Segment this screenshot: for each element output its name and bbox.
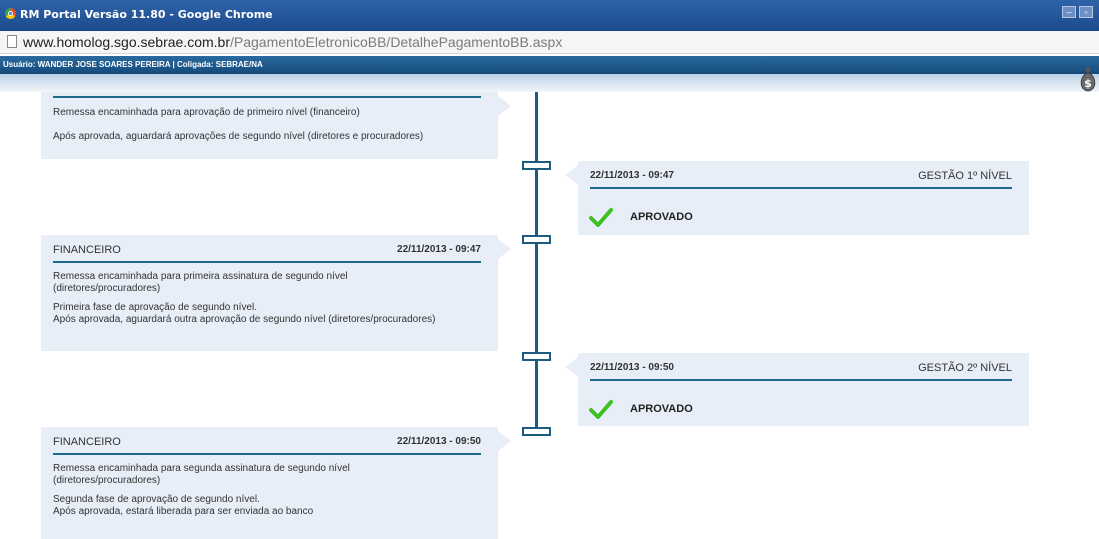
header-shade [0,74,1099,92]
user-info-bar: Usuário: WANDER JOSE SOARES PEREIRA | Co… [0,56,1099,74]
card-text: Remessa encaminhada para segunda assinat… [53,463,350,474]
card-date: 22/11/2013 - 09:50 [397,436,481,447]
card-date: 22/11/2013 - 09:50 [590,362,674,373]
card-text: Após aprovada, estará liberada para ser … [53,506,314,517]
timeline-card-remessa-inicial: Remessa encaminhada para aprovação de pr… [41,92,511,159]
card-header: 22/11/2013 - 09:50 GESTÃO 2º NÍVEL [590,359,1012,381]
money-symbol: $ [1084,77,1092,90]
status-label: APROVADO [630,403,693,415]
window-title-bar: RM Portal Versão 11.80 - Google Chrome –… [0,0,1099,31]
card-role: FINANCEIRO [53,436,121,448]
timeline-node [522,235,551,244]
timeline-card-financeiro-2: FINANCEIRO 22/11/2013 - 09:50 Remessa en… [41,427,511,539]
card-body: Remessa encaminhada para aprovação de pr… [53,107,423,150]
url-text[interactable]: www.homolog.sgo.sebrae.com.br/PagamentoE… [23,34,562,50]
timeline-node [522,352,551,361]
chrome-icon [5,8,16,19]
card-text: Remessa encaminhada para primeira assina… [53,271,348,282]
minimize-button[interactable]: – [1062,6,1076,18]
card-date: 22/11/2013 - 09:47 [590,170,674,181]
timeline-card-financeiro-1: FINANCEIRO 22/11/2013 - 09:47 Remessa en… [41,235,511,351]
check-icon [589,400,613,419]
card-text: (diretores/procuradores) [53,283,161,294]
timeline-card-gestao-2: 22/11/2013 - 09:50 GESTÃO 2º NÍVEL APROV… [565,353,1029,426]
window-title: RM Portal Versão 11.80 - Google Chrome [20,8,273,21]
url-domain: www.homolog.sgo.sebrae.com.br [23,34,230,50]
card-header: FINANCEIRO 22/11/2013 - 09:50 [53,433,481,455]
card-date: 22/11/2013 - 09:47 [397,244,481,255]
restore-button[interactable]: ▫ [1079,6,1093,18]
check-icon [589,208,613,227]
timeline-node [522,161,551,170]
card-text: Após aprovada, aguardará outra aprovação… [53,314,436,325]
page-icon [7,35,17,48]
card-text: Segunda fase de aprovação de segundo nív… [53,494,260,505]
address-bar[interactable]: www.homolog.sgo.sebrae.com.br/PagamentoE… [0,31,1099,54]
status-label: APROVADO [630,211,693,223]
timeline-card-gestao-1: 22/11/2013 - 09:47 GESTÃO 1º NÍVEL APROV… [565,161,1029,235]
timeline-node [522,427,551,436]
card-header: FINANCEIRO 22/11/2013 - 09:47 [53,241,481,263]
url-path: /PagamentoEletronicoBB/DetalhePagamentoB… [230,34,563,50]
card-role: GESTÃO 1º NÍVEL [918,170,1012,182]
card-role: FINANCEIRO [53,244,121,256]
money-bag-icon[interactable]: $ [1077,66,1099,92]
user-info-text: Usuário: WANDER JOSE SOARES PEREIRA | Co… [3,60,263,69]
card-body: Remessa encaminhada para primeira assina… [53,271,435,333]
card-text: (diretores/procuradores) [53,475,161,486]
card-header: 22/11/2013 - 09:47 GESTÃO 1º NÍVEL [590,167,1012,189]
card-divider [53,96,481,98]
timeline-line [535,92,538,431]
card-text: Remessa encaminhada para aprovação de pr… [53,107,360,118]
card-text: Após aprovada, aguardará aprovações de s… [53,131,424,142]
card-text: Primeira fase de aprovação de segundo ní… [53,302,258,313]
card-body: Remessa encaminhada para segunda assinat… [53,463,350,525]
card-role: GESTÃO 2º NÍVEL [918,362,1012,374]
